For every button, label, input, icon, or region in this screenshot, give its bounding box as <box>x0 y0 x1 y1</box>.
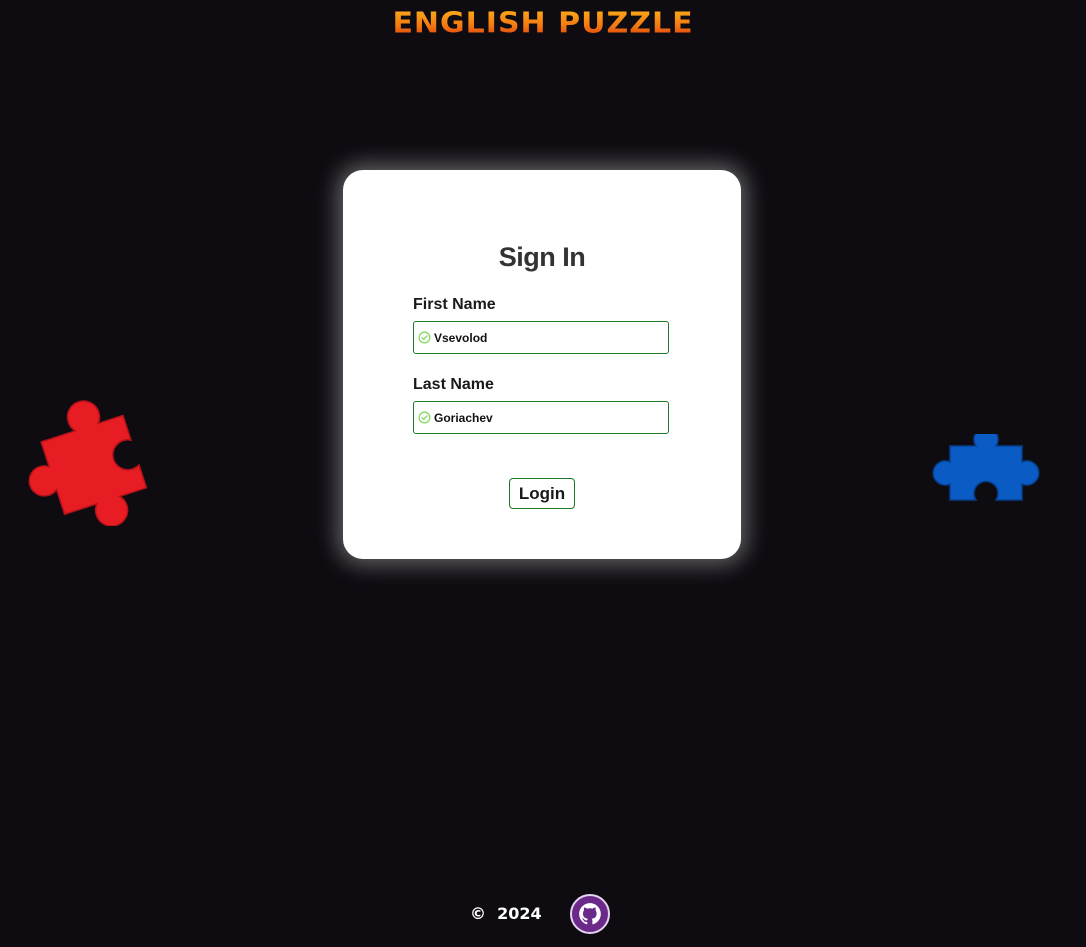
sign-in-title: Sign In <box>498 242 586 272</box>
first-name-value: Vsevolod <box>434 330 488 345</box>
check-circle-icon <box>418 411 431 424</box>
puzzle-piece-icon <box>932 434 1040 501</box>
check-circle-icon <box>418 331 431 344</box>
copyright-symbol: © <box>470 904 486 923</box>
login-button[interactable]: Login <box>509 478 575 509</box>
first-name-label: First Name <box>413 296 496 313</box>
copyright: © 2024 <box>470 904 542 923</box>
puzzle-piece-icon <box>28 400 148 526</box>
sign-in-card: Sign In First Name Vsevolod Last Name Go… <box>343 170 741 559</box>
last-name-value: Goriachev <box>434 410 493 425</box>
github-icon <box>579 903 601 925</box>
footer: © 2024 <box>0 894 1086 936</box>
copyright-year: 2024 <box>497 904 542 923</box>
first-name-field[interactable]: Vsevolod <box>413 321 669 354</box>
app-title: ENGLISH PUZZLE <box>0 7 1086 40</box>
github-link[interactable] <box>570 894 610 934</box>
last-name-field[interactable]: Goriachev <box>413 401 669 434</box>
last-name-label: Last Name <box>413 376 494 393</box>
page: ENGLISH PUZZLE Sign In First Name Vsevol… <box>0 0 1086 947</box>
